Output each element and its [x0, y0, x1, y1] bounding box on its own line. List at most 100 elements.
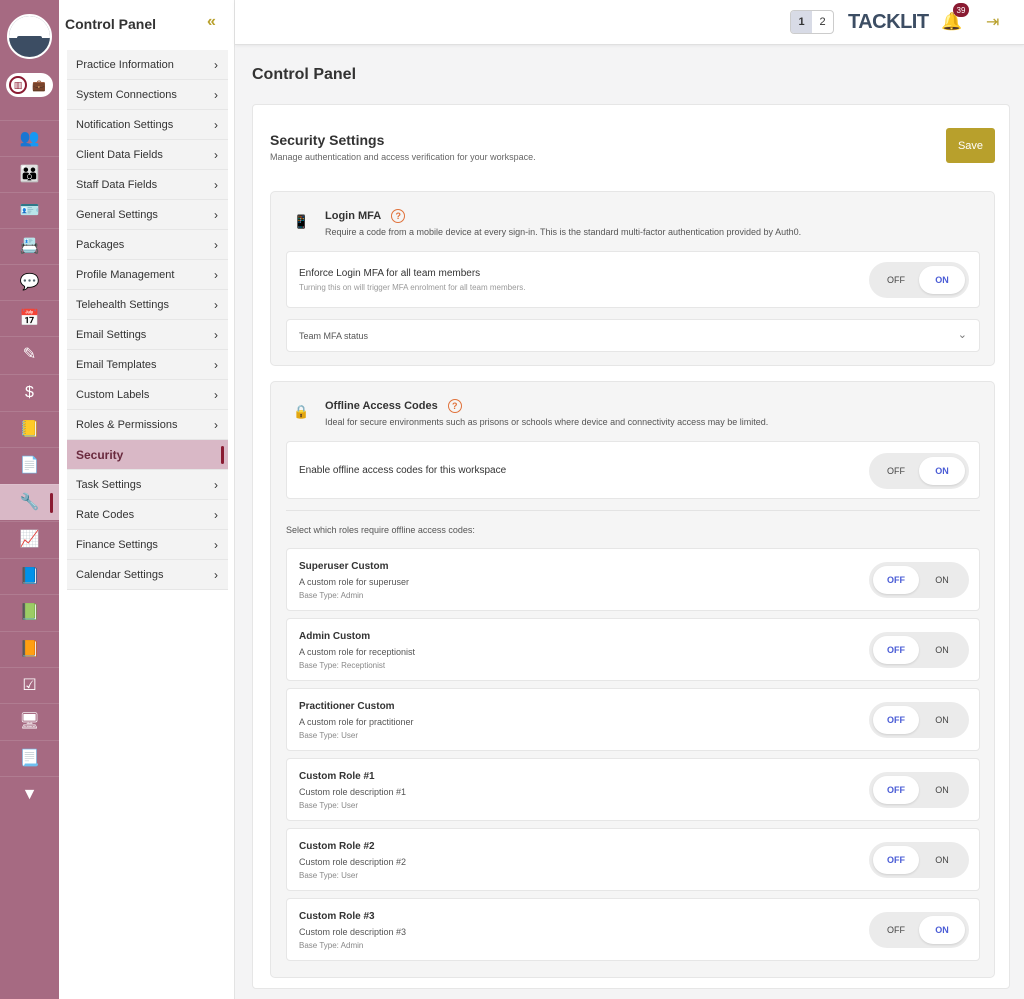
role-description: A custom role for superuser: [299, 577, 410, 587]
page-1-button[interactable]: 1: [791, 11, 812, 33]
login-mfa-title: Login MFA?: [325, 209, 406, 223]
role-toggle[interactable]: OFF ON: [869, 772, 969, 808]
nav-item-practice-information[interactable]: Practice Information ›: [67, 50, 228, 80]
toggle-off-option[interactable]: OFF: [873, 457, 919, 485]
nav-item-telehealth-settings[interactable]: Telehealth Settings ›: [67, 290, 228, 320]
rail-item-monitor[interactable]: 🖥: [0, 703, 59, 739]
login-mfa-description: Require a code from a mobile device at e…: [325, 227, 802, 237]
nav-item-packages[interactable]: Packages ›: [67, 230, 228, 260]
nav-item-label: Email Templates: [76, 358, 157, 371]
nav-item-client-data-fields[interactable]: Client Data Fields ›: [67, 140, 228, 170]
toggle-off-option[interactable]: OFF: [873, 846, 919, 874]
role-toggle[interactable]: OFF ON: [869, 842, 969, 878]
practice-switch[interactable]: ▥ 💼: [6, 73, 53, 97]
nav-item-rate-codes[interactable]: Rate Codes ›: [67, 500, 228, 530]
toggle-on-option[interactable]: ON: [919, 266, 965, 294]
nav-item-profile-management[interactable]: Profile Management ›: [67, 260, 228, 290]
role-toggle[interactable]: OFF ON: [869, 912, 969, 948]
role-name: Custom Role #3: [299, 911, 375, 922]
nav-item-email-templates[interactable]: Email Templates ›: [67, 350, 228, 380]
page-title: Control Panel: [252, 66, 357, 83]
toggle-on-option[interactable]: ON: [919, 566, 965, 594]
toggle-off-option[interactable]: OFF: [873, 266, 919, 294]
rail-item-book[interactable]: 📗: [0, 594, 59, 630]
logout-icon[interactable]: ⇥: [986, 12, 999, 32]
nav-item-custom-labels[interactable]: Custom Labels ›: [67, 380, 228, 410]
toggle-off-option[interactable]: OFF: [873, 916, 919, 944]
chevron-right-icon: ›: [214, 267, 218, 282]
nav-item-email-settings[interactable]: Email Settings ›: [67, 320, 228, 350]
page-2-button[interactable]: 2: [812, 11, 833, 33]
offline-access-title: Offline Access Codes?: [325, 399, 462, 413]
toggle-on-option[interactable]: ON: [919, 846, 965, 874]
nav-item-label: Email Settings: [76, 328, 147, 341]
nav-item-label: System Connections: [76, 88, 177, 101]
toggle-on-option[interactable]: ON: [919, 457, 965, 485]
nav-item-label: Roles & Permissions: [76, 418, 178, 431]
practice-logo[interactable]: [7, 14, 52, 59]
brand-logo[interactable]: TACKLIT: [848, 11, 929, 34]
login-mfa-title-text: Login MFA: [325, 209, 382, 222]
nav-item-label: Notification Settings: [76, 118, 174, 131]
enforce-mfa-toggle[interactable]: OFF ON: [869, 262, 969, 298]
nav-item-general-settings[interactable]: General Settings ›: [67, 200, 228, 230]
role-toggle[interactable]: OFF ON: [869, 632, 969, 668]
offline-access-group: 🔒 Offline Access Codes? Ideal for secure…: [270, 381, 995, 978]
nav-item-calendar-settings[interactable]: Calendar Settings ›: [67, 560, 228, 590]
rail-item-file[interactable]: 📃: [0, 740, 59, 776]
chevron-down-icon[interactable]: ⌄: [958, 328, 967, 341]
collapse-icon[interactable]: «: [207, 13, 216, 31]
toggle-on-option[interactable]: ON: [919, 706, 965, 734]
rail-item-pencil[interactable]: ✎: [0, 336, 59, 372]
nav-title: Control Panel: [65, 16, 157, 32]
rail-item-vic-logo[interactable]: ▼: [0, 776, 59, 812]
role-row: Custom Role #3 Custom role description #3…: [286, 898, 980, 961]
rail-item-group[interactable]: 👪: [0, 156, 59, 192]
toggle-off-option[interactable]: OFF: [873, 776, 919, 804]
nav-item-system-connections[interactable]: System Connections ›: [67, 80, 228, 110]
offline-access-title-text: Offline Access Codes: [325, 399, 438, 412]
page-switcher: 1 2: [790, 10, 834, 34]
nav-item-roles-permissions[interactable]: Roles & Permissions ›: [67, 410, 228, 440]
rail-item-calendar[interactable]: 📅: [0, 300, 59, 336]
group-icon: 👪: [19, 165, 40, 183]
checklist-icon: ☑: [22, 676, 37, 694]
enable-offline-toggle[interactable]: OFF ON: [869, 453, 969, 489]
help-icon[interactable]: ?: [447, 399, 462, 413]
chevron-right-icon: ›: [214, 477, 218, 492]
nav-item-staff-data-fields[interactable]: Staff Data Fields ›: [67, 170, 228, 200]
rail-item-checklist[interactable]: ☑: [0, 667, 59, 703]
save-button[interactable]: Save: [946, 128, 995, 163]
id-card-icon: 🪪: [19, 201, 40, 219]
rail-item-book[interactable]: 📘: [0, 558, 59, 594]
role-toggle[interactable]: OFF ON: [869, 562, 969, 598]
rail-item-wrench[interactable]: 🔧: [0, 484, 59, 520]
role-name: Custom Role #2: [299, 841, 375, 852]
nav-item-label: Custom Labels: [76, 388, 150, 401]
team-mfa-status-row[interactable]: Team MFA status ⌄: [286, 319, 980, 352]
nav-item-task-settings[interactable]: Task Settings ›: [67, 470, 228, 500]
nav-item-label: Security: [76, 447, 124, 462]
nav-item-notification-settings[interactable]: Notification Settings ›: [67, 110, 228, 140]
role-row: Custom Role #2 Custom role description #2…: [286, 828, 980, 891]
rail-item-chart[interactable]: 📈: [0, 521, 59, 557]
toggle-on-option[interactable]: ON: [919, 916, 965, 944]
toggle-off-option[interactable]: OFF: [873, 636, 919, 664]
role-toggle[interactable]: OFF ON: [869, 702, 969, 738]
rail-item-id-card[interactable]: 🪪: [0, 192, 59, 228]
rail-item-chat[interactable]: 💬: [0, 264, 59, 300]
rail-item-document[interactable]: 📄: [0, 447, 59, 483]
toggle-on-option[interactable]: ON: [919, 636, 965, 664]
nav-item-security[interactable]: Security: [67, 440, 228, 470]
rail-item-address-book[interactable]: 📒: [0, 411, 59, 447]
help-icon[interactable]: ?: [391, 209, 406, 223]
toggle-on-option[interactable]: ON: [919, 776, 965, 804]
rail-item-users[interactable]: 👥: [0, 120, 59, 156]
nav-item-finance-settings[interactable]: Finance Settings ›: [67, 530, 228, 560]
rail-item-dollar[interactable]: $: [0, 374, 59, 410]
rail-item-contact[interactable]: 📇: [0, 228, 59, 264]
rail-item-book[interactable]: 📙: [0, 631, 59, 667]
role-row: Superuser Custom A custom role for superu…: [286, 548, 980, 611]
toggle-off-option[interactable]: OFF: [873, 706, 919, 734]
toggle-off-option[interactable]: OFF: [873, 566, 919, 594]
